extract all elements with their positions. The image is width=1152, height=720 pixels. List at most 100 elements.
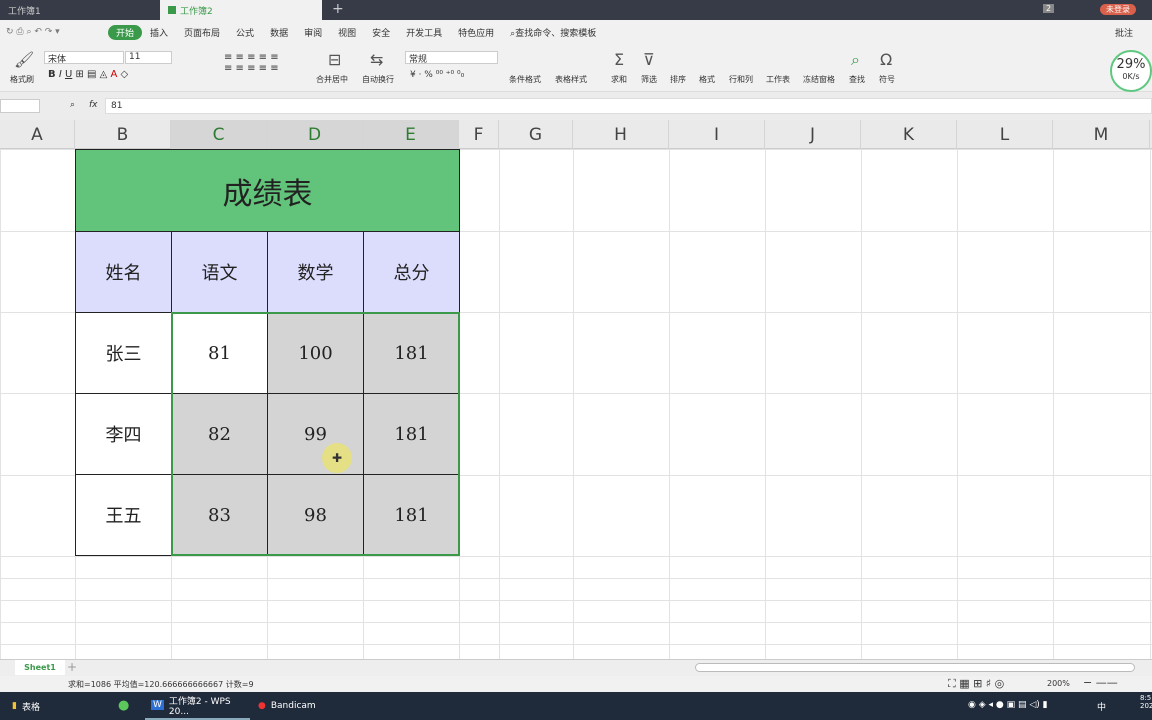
font-select[interactable]: 宋体 xyxy=(44,51,124,65)
score-cell[interactable]: 181 xyxy=(363,393,460,475)
font-size-select[interactable]: 11 xyxy=(125,51,172,64)
status-bar: 求和=1086 平均值=120.666666666667 计数=9 ⛶ ▦ ⊞ … xyxy=(0,676,1152,692)
formula-bar: ⌕ fx 81 xyxy=(0,92,1152,120)
name-cell[interactable]: 王五 xyxy=(75,474,172,556)
filter-button[interactable]: 筛选 xyxy=(641,74,657,85)
column-header-G[interactable]: G xyxy=(499,120,573,149)
freeze-button[interactable]: 冻结窗格 xyxy=(803,74,835,85)
header-cell[interactable]: 姓名 xyxy=(75,231,172,313)
score-cell[interactable]: 83 xyxy=(171,474,268,556)
cond-format-button[interactable]: 条件格式 xyxy=(509,74,541,85)
sort-button[interactable]: 排序 xyxy=(670,74,686,85)
table-title[interactable]: 成绩表 xyxy=(75,149,460,232)
sum-button[interactable]: 求和 xyxy=(611,74,627,85)
column-header-C[interactable]: C xyxy=(171,120,267,149)
menu-review[interactable]: 审阅 xyxy=(296,26,330,39)
worksheet-button[interactable]: 工作表 xyxy=(766,74,790,85)
tray-icons[interactable]: ◉ ◈ ◂ ● ▣ ▤ ◁) ▮ xyxy=(968,700,1048,710)
grid-line xyxy=(0,578,1152,579)
column-header-M[interactable]: M xyxy=(1053,120,1150,149)
column-header-K[interactable]: K xyxy=(861,120,957,149)
menu-special[interactable]: 特色应用 xyxy=(450,26,502,39)
tab-workbook1[interactable]: 工作簿1 xyxy=(0,0,155,20)
score-cell[interactable]: 81 xyxy=(171,312,268,394)
sheet-tab-sheet1[interactable]: Sheet1 xyxy=(15,660,65,675)
view-mode-icons[interactable]: ⛶ ▦ ⊞ ♯ ◎ xyxy=(948,677,1004,691)
formula-input[interactable]: 81 xyxy=(105,98,1152,114)
column-header-F[interactable]: F xyxy=(459,120,499,149)
login-button[interactable]: 未登录 xyxy=(1100,4,1136,15)
wrap-button[interactable]: 自动换行 xyxy=(362,74,394,85)
taskbar-folder[interactable]: ▮ 表格 xyxy=(6,692,106,720)
merge-button[interactable]: 合并居中 xyxy=(316,74,348,85)
clock[interactable]: 8:5 202 xyxy=(1140,694,1152,710)
sum-icon: Σ xyxy=(614,50,625,69)
name-cell[interactable]: 张三 xyxy=(75,312,172,394)
format-painter-icon: 🖌 xyxy=(14,50,35,69)
column-header-L[interactable]: L xyxy=(957,120,1053,149)
name-box[interactable] xyxy=(0,99,40,113)
score-cell[interactable]: 100 xyxy=(267,312,364,394)
column-header-D[interactable]: D xyxy=(267,120,363,149)
find-icon: ⌕ xyxy=(851,50,860,69)
grid-line xyxy=(1150,149,1151,660)
sheet-grid[interactable]: 成绩表 姓名 语文 数学 总分 张三 81 100 181 李四 82 99 181 王五 83 98 181 ✚ xyxy=(0,149,1152,660)
tab-workbook2[interactable]: 工作簿2 xyxy=(160,0,322,20)
window-count: 2 xyxy=(1043,4,1055,13)
menu-data[interactable]: 数据 xyxy=(262,26,296,39)
align-buttons[interactable]: ≡ ≡ ≡ ≡ ≡ ≡ ≡ ≡ ≡ ≡ xyxy=(224,52,279,74)
toolbar: 🖌 格式刷 宋体 11 B I U ⊞ ▤ ◬ A ◇ ≡ ≡ ≡ ≡ ≡ ≡ ≡… xyxy=(0,44,1152,92)
menu-page-layout[interactable]: 页面布局 xyxy=(176,26,228,39)
comment-button[interactable]: 批注 xyxy=(1115,26,1133,39)
menu-insert[interactable]: 插入 xyxy=(142,26,176,39)
taskbar-wps[interactable]: W 工作簿2 - WPS 20... xyxy=(145,692,250,720)
column-header-A[interactable]: A xyxy=(0,120,75,149)
menu-security[interactable]: 安全 xyxy=(364,26,398,39)
zoom-level[interactable]: 200% xyxy=(1047,679,1070,688)
horizontal-scrollbar[interactable] xyxy=(695,663,1135,672)
column-header-J[interactable]: J xyxy=(765,120,861,149)
grid-line xyxy=(573,149,574,660)
add-sheet-button[interactable]: + xyxy=(67,660,77,674)
menu-home[interactable]: 开始 xyxy=(108,24,143,40)
name-cell[interactable]: 李四 xyxy=(75,393,172,475)
fx-button[interactable]: fx xyxy=(89,100,98,110)
app-icon[interactable]: ● xyxy=(118,698,129,713)
grid-line xyxy=(0,556,1152,557)
score-cell[interactable]: 181 xyxy=(363,312,460,394)
zoom-slider[interactable]: − —— xyxy=(1083,676,1118,689)
column-headers: ABCDEFGHIJKLM xyxy=(0,120,1152,149)
format-painter-button[interactable]: 格式刷 xyxy=(10,74,34,85)
column-header-I[interactable]: I xyxy=(669,120,765,149)
score-cell[interactable]: 82 xyxy=(171,393,268,475)
menu-developer[interactable]: 开发工具 xyxy=(398,26,450,39)
header-cell[interactable]: 语文 xyxy=(171,231,268,313)
column-header-H[interactable]: H xyxy=(573,120,669,149)
column-header-E[interactable]: E xyxy=(363,120,459,149)
column-header-B[interactable]: B xyxy=(75,120,171,149)
header-cell[interactable]: 总分 xyxy=(363,231,460,313)
sheet-tab-bar: Sheet1 + xyxy=(0,659,1152,676)
quick-access-icons[interactable]: ↻ ⎙ ⌕ ↶ ↷ ▾ xyxy=(0,27,108,37)
number-format-select[interactable]: 常规 xyxy=(405,51,498,65)
menu-formula[interactable]: 公式 xyxy=(228,26,262,39)
menu-view[interactable]: 视图 xyxy=(330,26,364,39)
font-style-buttons[interactable]: B I U ⊞ ▤ ◬ A ◇ xyxy=(48,69,128,80)
symbol-button[interactable]: 符号 xyxy=(879,74,895,85)
taskbar-bandicam[interactable]: ● Bandicam xyxy=(252,692,357,720)
find-button[interactable]: 查找 xyxy=(849,74,865,85)
ime-indicator[interactable]: 中 xyxy=(1097,700,1106,713)
score-cell[interactable]: 181 xyxy=(363,474,460,556)
sheet-icon xyxy=(168,6,176,14)
merge-icon: ⊟ xyxy=(328,50,342,69)
number-buttons[interactable]: ¥ · % ⁰⁰ ⁺⁰ ⁰₀ xyxy=(410,70,464,80)
table-style-button[interactable]: 表格样式 xyxy=(555,74,587,85)
rowcol-button[interactable]: 行和列 xyxy=(729,74,753,85)
new-tab-button[interactable]: + xyxy=(332,1,344,17)
wps-icon: W xyxy=(151,700,164,710)
zoom-formula-icon[interactable]: ⌕ xyxy=(70,100,75,110)
format-button[interactable]: 格式 xyxy=(699,74,715,85)
score-cell[interactable]: 98 xyxy=(267,474,364,556)
search-command[interactable]: ⌕查找命令、搜索模板 xyxy=(502,26,604,39)
header-cell[interactable]: 数学 xyxy=(267,231,364,313)
